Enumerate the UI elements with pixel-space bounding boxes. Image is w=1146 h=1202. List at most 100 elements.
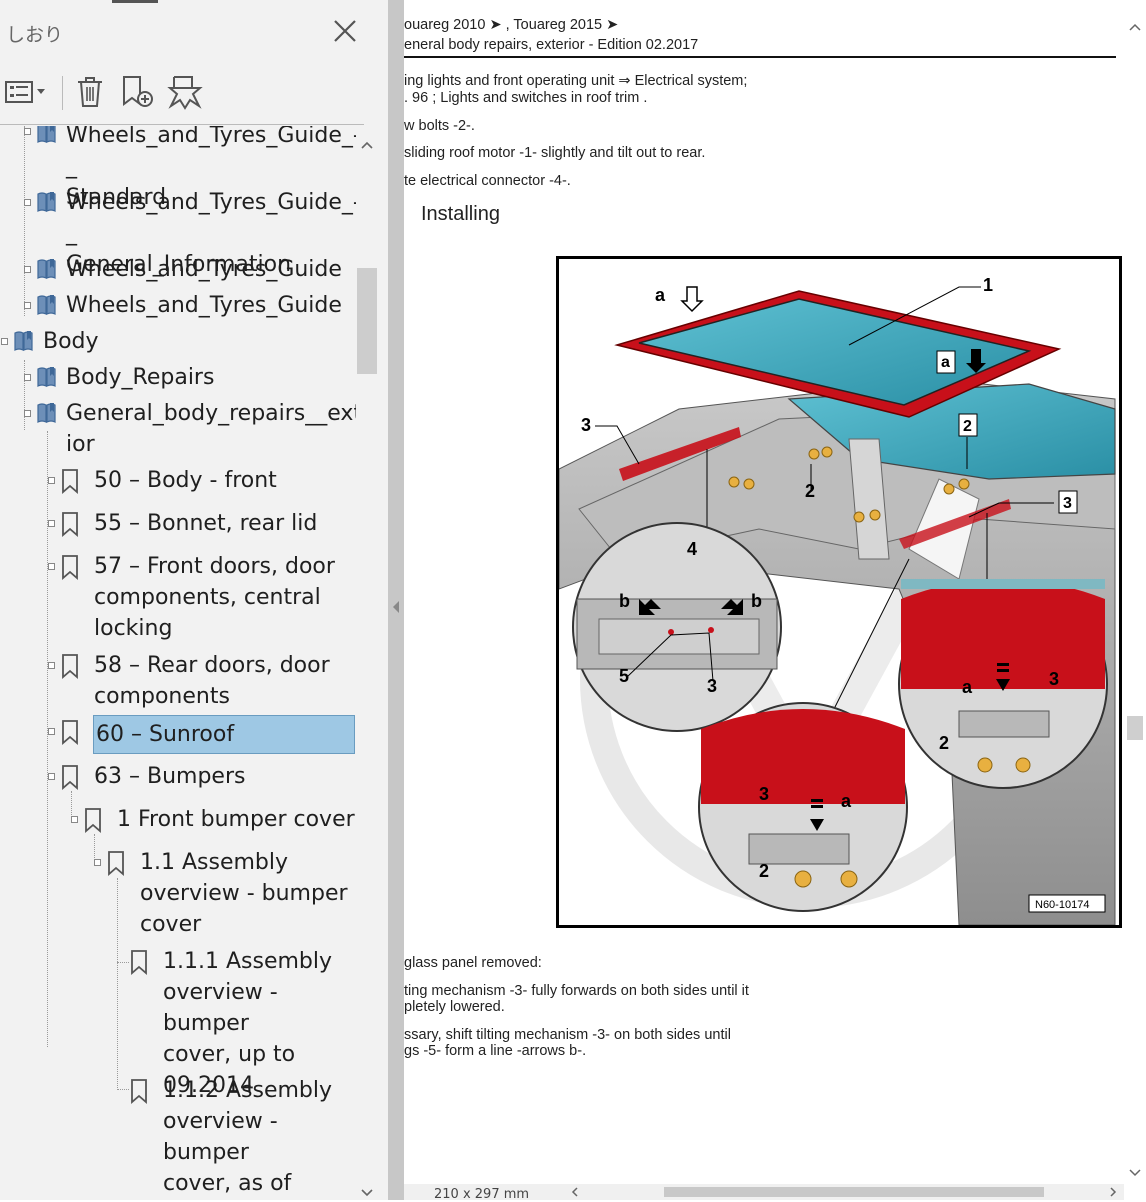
expand-toggle[interactable] bbox=[48, 728, 55, 735]
doc-header-line2: eneral body repairs, exterior - Edition … bbox=[404, 37, 699, 53]
expand-toggle[interactable] bbox=[48, 773, 55, 780]
figure-callout: 5 bbox=[619, 666, 629, 686]
bookmark-scrollbar[interactable] bbox=[356, 126, 378, 1200]
bookmark-file-icon bbox=[37, 259, 56, 279]
scroll-down-icon[interactable] bbox=[360, 1188, 374, 1198]
options-menu-icon[interactable] bbox=[4, 74, 48, 110]
tree-line bbox=[24, 360, 25, 430]
scroll-up-icon[interactable] bbox=[360, 140, 374, 150]
header-rule bbox=[404, 56, 1116, 58]
scroll-right-icon[interactable] bbox=[1108, 1187, 1118, 1197]
bookmark-file-icon bbox=[14, 331, 33, 351]
figure-callout: a bbox=[841, 791, 852, 811]
expand-toggle[interactable] bbox=[48, 477, 55, 484]
figure-callout: 4 bbox=[687, 539, 697, 559]
bookmark-item[interactable]: 1.1 Assembly overview - bumper cover bbox=[94, 847, 356, 940]
figure-callout: 3 bbox=[707, 676, 717, 696]
scroll-left-icon[interactable] bbox=[570, 1187, 580, 1197]
figure-callout: a bbox=[655, 285, 666, 305]
panel-splitter[interactable] bbox=[388, 0, 404, 1200]
figure-callout: 2 bbox=[939, 733, 949, 753]
bookmark-item[interactable]: 1 Front bumper cover bbox=[71, 804, 355, 835]
horizontal-scrollbar[interactable]: 210 x 297 mm bbox=[404, 1184, 1124, 1202]
bookmark-item[interactable]: Body_Repairs bbox=[24, 362, 354, 393]
bookmark-label: 57 – Front doors, door components, centr… bbox=[94, 554, 335, 641]
expand-toggle[interactable] bbox=[48, 563, 55, 570]
tree-line bbox=[117, 1089, 129, 1090]
bookmark-item[interactable]: 1.1.2 Assembly overview - bumper cover, … bbox=[129, 1075, 355, 1200]
expand-toggle[interactable] bbox=[24, 374, 31, 381]
bookmark-label: 1.1 Assembly overview - bumper cover bbox=[140, 850, 348, 937]
scrollbar-thumb[interactable] bbox=[664, 1187, 1044, 1197]
section-heading: Installing bbox=[421, 203, 500, 225]
expand-toggle[interactable] bbox=[24, 410, 31, 417]
document-scrollbar[interactable] bbox=[1124, 0, 1146, 1200]
document-page: ouareg 2010 ➤ , Touareg 2015 ➤ eneral bo… bbox=[404, 0, 1124, 1200]
doc-text: ting mechanism -3- fully forwards on bot… bbox=[404, 983, 749, 999]
bookmark-label: Body bbox=[43, 329, 99, 354]
bookmark-item-selected[interactable]: 60 – Sunroof bbox=[48, 715, 355, 754]
doc-text: glass panel removed: bbox=[404, 955, 542, 971]
bookmark-label: Body_Repairs bbox=[66, 365, 215, 390]
scrollbar-thumb[interactable] bbox=[357, 268, 377, 374]
bookmark-tree: Wheels_and_Tyres_Guide_-_ Standard Wheel… bbox=[0, 126, 356, 1200]
delete-bookmark-icon[interactable] bbox=[74, 74, 106, 110]
bookmark-item[interactable]: 58 – Rear doors, door components bbox=[48, 650, 354, 712]
expand-toggle[interactable] bbox=[71, 816, 78, 823]
bookmark-item[interactable]: Wheels_and_Tyres_Guide bbox=[24, 290, 354, 321]
expand-toggle[interactable] bbox=[1, 338, 8, 345]
bookmark-item[interactable]: General_body_repairs__exter ior bbox=[24, 398, 356, 460]
expand-bookmark-icon[interactable] bbox=[166, 74, 204, 110]
bookmark-file-icon bbox=[37, 367, 56, 387]
bookmark-item[interactable]: 55 – Bonnet, rear lid bbox=[48, 508, 354, 539]
expand-toggle[interactable] bbox=[94, 859, 101, 866]
figure-callout: b bbox=[751, 591, 762, 611]
expand-toggle[interactable] bbox=[24, 266, 31, 273]
doc-text: . 96 ; Lights and switches in roof trim … bbox=[404, 90, 648, 106]
bookmarks-toolbar bbox=[0, 70, 380, 116]
sunroof-drawing: a 1 3 2 4 b b 5 3 3 a 2 a 3 2 a 2 3 N60-… bbox=[559, 275, 1116, 925]
bookmark-label: General_body_repairs__exter ior bbox=[66, 401, 356, 457]
bookmark-label: 1 Front bumper cover bbox=[117, 807, 355, 832]
panel-title: しおり bbox=[6, 24, 64, 46]
bookmark-item[interactable]: Body bbox=[1, 326, 353, 357]
expand-toggle[interactable] bbox=[24, 302, 31, 309]
scrollbar-thumb[interactable] bbox=[1127, 716, 1143, 740]
bookmark-item[interactable]: 50 – Body - front bbox=[48, 465, 354, 496]
bookmark-label: 60 – Sunroof bbox=[93, 715, 355, 754]
figure-callout: 3 bbox=[581, 415, 591, 435]
bookmark-icon bbox=[62, 720, 78, 745]
scroll-up-icon[interactable] bbox=[1129, 22, 1141, 32]
figure-callout: 1 bbox=[983, 275, 993, 295]
bookmark-file-icon bbox=[37, 126, 56, 143]
collapse-panel-icon[interactable] bbox=[391, 600, 401, 614]
figure-callout: 3 bbox=[1063, 495, 1072, 512]
new-bookmark-icon[interactable] bbox=[120, 74, 156, 110]
figure-callout: 3 bbox=[1049, 669, 1059, 689]
expand-toggle[interactable] bbox=[48, 520, 55, 527]
expand-toggle[interactable] bbox=[48, 662, 55, 669]
figure-callout: 2 bbox=[963, 418, 972, 435]
tree-line bbox=[24, 126, 25, 316]
expand-toggle[interactable] bbox=[24, 199, 31, 206]
close-icon[interactable] bbox=[330, 16, 360, 46]
bookmark-item[interactable]: Wheels_and_Tyres_Guide bbox=[24, 254, 354, 285]
bookmark-file-icon bbox=[37, 295, 56, 315]
bookmark-icon bbox=[131, 950, 147, 975]
bookmark-item[interactable]: 57 – Front doors, door components, centr… bbox=[48, 551, 354, 644]
figure-callout: 3 bbox=[759, 784, 769, 804]
bookmark-icon bbox=[62, 555, 78, 580]
expand-toggle[interactable] bbox=[24, 128, 31, 135]
bookmark-icon bbox=[131, 1079, 147, 1104]
doc-text: ing lights and front operating unit ⇒ El… bbox=[404, 73, 748, 89]
figure-callout: a bbox=[941, 354, 950, 371]
doc-text: ssary, shift tilting mechanism -3- on bo… bbox=[404, 1027, 731, 1043]
doc-text: pletely lowered. bbox=[404, 999, 505, 1015]
bookmark-label: 63 – Bumpers bbox=[94, 764, 246, 789]
bookmarks-panel: しおり Wheels_and_Tyres_Guide_-_ Standard W… bbox=[0, 0, 388, 1200]
scroll-down-icon[interactable] bbox=[1129, 1168, 1141, 1178]
doc-text: sliding roof motor -1- slightly and tilt… bbox=[404, 145, 706, 161]
tree-line bbox=[117, 962, 129, 963]
bookmark-item[interactable]: 63 – Bumpers bbox=[48, 761, 354, 792]
bookmark-icon bbox=[62, 654, 78, 679]
